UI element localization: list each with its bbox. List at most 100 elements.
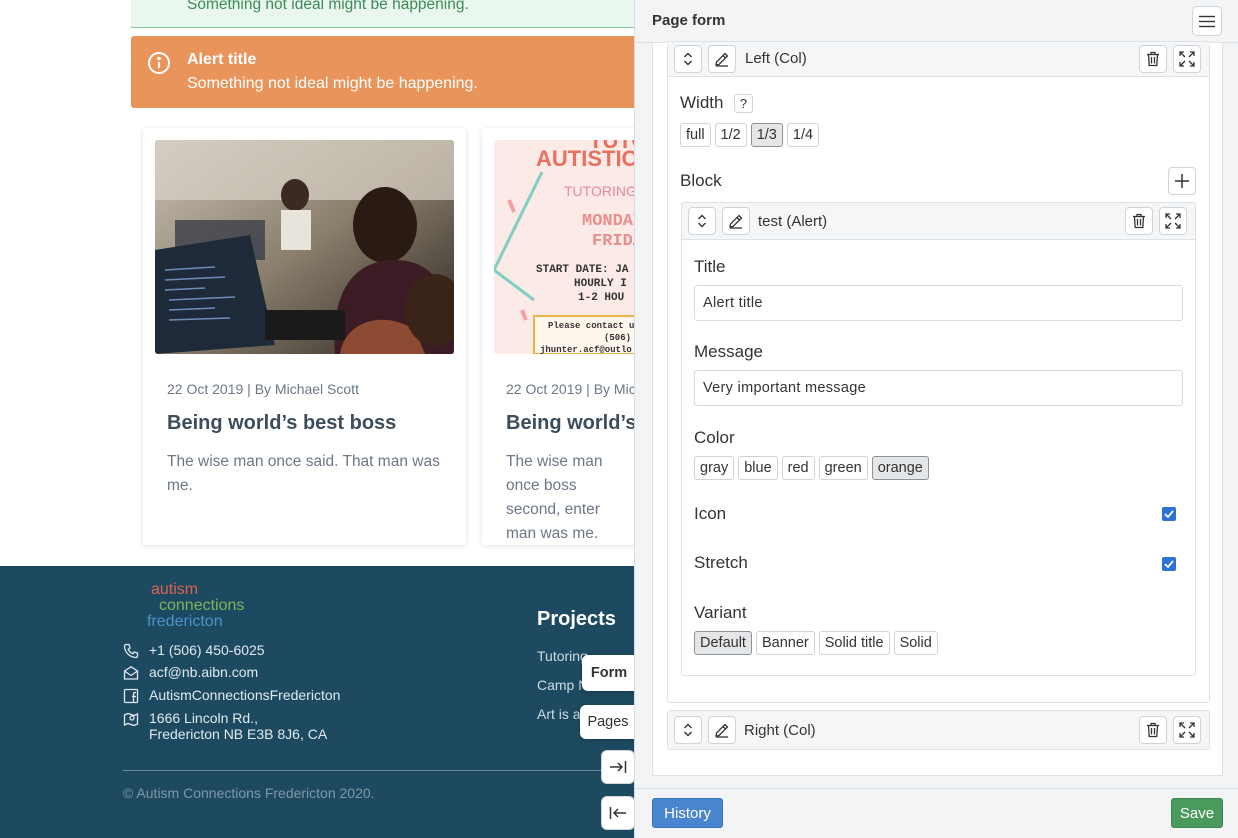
left-col-expand-button[interactable] [1173, 45, 1201, 73]
alert-orange-message: Something not ideal might be happening. [187, 75, 478, 92]
footer-address: 1666 Lincoln Rd., Fredericton NB E3B 8J6… [123, 710, 327, 742]
blog-card-image [155, 140, 454, 354]
left-col-delete-button[interactable] [1139, 45, 1167, 73]
color-option-gray[interactable]: gray [694, 456, 735, 480]
panel-menu-button[interactable] [1192, 6, 1222, 36]
blog-card-title[interactable]: Being world’s best boss [167, 412, 396, 435]
width-option-third[interactable]: 1/3 [750, 123, 783, 147]
poster-line5: FRIDAY: [592, 232, 634, 251]
save-button[interactable]: Save [1171, 798, 1223, 828]
width-label: Width [680, 93, 724, 112]
alert-block-move-button[interactable] [688, 207, 716, 235]
right-col-edit-button[interactable] [708, 716, 736, 744]
alert-icon-checkbox[interactable] [1162, 507, 1176, 521]
expand-icon [1179, 51, 1195, 67]
pages-tab-button[interactable]: Pages [580, 705, 634, 739]
alert-title-input[interactable]: Alert title [694, 285, 1183, 321]
pencil-icon [715, 723, 729, 738]
poster-line6: START DATE: JA [536, 264, 629, 276]
footer-address-line1: 1666 Lincoln Rd., [149, 710, 258, 726]
alert-orange: Alert title Something not ideal might be… [131, 36, 634, 108]
blog-card-meta: 22 Oct 2019 | By Michael Scott [167, 381, 359, 397]
alert-stretch-checkbox[interactable] [1162, 557, 1176, 571]
footer-project-link[interactable]: Camp N [537, 677, 588, 693]
checkmark-icon [1164, 560, 1174, 568]
alert-block-edit-button[interactable] [722, 207, 750, 235]
alert-color-options: gray blue red green orange [694, 456, 929, 480]
width-option-quarter[interactable]: 1/4 [786, 123, 820, 147]
footer-facebook[interactable]: AutismConnectionsFredericton [123, 687, 340, 704]
left-col-header: Left (Col) [668, 41, 1209, 77]
footer-project-link[interactable]: Tutoring [537, 648, 588, 664]
expand-icon [1179, 722, 1195, 738]
alert-green-message: Something not ideal might be happening. [187, 0, 469, 13]
alert-block-label: test (Alert) [758, 213, 828, 230]
add-block-button[interactable] [1168, 167, 1196, 195]
form-tab-button[interactable]: Form [582, 655, 634, 691]
expand-icon [1165, 213, 1181, 229]
right-col-expand-button[interactable] [1173, 716, 1201, 744]
collapse-left-button[interactable] [601, 796, 634, 830]
blog-card[interactable]: TUTOR AUTISTIC TUTORING MONDAY: FRIDAY: … [482, 128, 634, 545]
blog-card-title[interactable]: Being world’s b [506, 412, 634, 435]
poster-line9: Please contact us [548, 321, 634, 331]
right-col-delete-button[interactable] [1139, 716, 1167, 744]
poster-line2: AUTISTIC [536, 146, 634, 171]
right-col-move-button[interactable] [674, 716, 702, 744]
right-col-header: Right (Col) [667, 710, 1210, 750]
alert-block-expand-button[interactable] [1159, 207, 1187, 235]
alert-icon-label: Icon [694, 504, 727, 523]
color-option-blue[interactable]: blue [738, 456, 778, 480]
blog-card-excerpt: The wise man once said. That man was me. [167, 453, 440, 494]
alert-stretch-label: Stretch [694, 553, 748, 572]
site-footer: autism connections fredericton +1 (506) … [0, 566, 634, 838]
site-logo[interactable]: autism connections fredericton [147, 582, 244, 630]
alert-orange-title: Alert title [187, 51, 257, 68]
phone-icon [123, 643, 139, 659]
width-option-full[interactable]: full [680, 123, 711, 147]
width-help-button[interactable]: ? [734, 94, 753, 113]
history-button[interactable]: History [652, 798, 723, 828]
alert-message-input[interactable]: Very important message [694, 370, 1183, 406]
footer-phone[interactable]: +1 (506) 450-6025 [123, 642, 265, 659]
alert-variant-label: Variant [694, 603, 747, 622]
info-icon [148, 52, 170, 74]
chevron-up-down-icon [684, 723, 692, 737]
variant-option-banner[interactable]: Banner [755, 631, 815, 655]
variant-option-default[interactable]: Default [694, 631, 752, 655]
left-col-edit-button[interactable] [708, 45, 736, 73]
variant-option-solid[interactable]: Solid [893, 631, 938, 655]
right-col-label: Right (Col) [744, 722, 816, 739]
pencil-icon [715, 52, 729, 67]
width-option-half[interactable]: 1/2 [714, 123, 747, 147]
left-col-box: Left (Col) Width ? full 1/2 1/3 1/4 Bloc… [667, 41, 1210, 703]
blog-card[interactable]: 22 Oct 2019 | By Michael Scott Being wor… [143, 128, 466, 545]
logo-line2: connections [159, 597, 245, 614]
poster-line11: jhunter.acf@outlo [540, 345, 632, 354]
footer-divider [123, 770, 634, 771]
variant-option-solid-title[interactable]: Solid title [818, 631, 890, 655]
footer-email-text: acf@nb.aibn.com [149, 664, 259, 680]
footer-project-link[interactable]: Art is a [537, 706, 581, 722]
color-option-orange[interactable]: orange [871, 456, 929, 480]
panel-title: Page form [652, 12, 726, 29]
panel-footer: History Save [635, 788, 1238, 838]
color-option-green[interactable]: green [818, 456, 868, 480]
trash-icon [1147, 51, 1159, 67]
panel-header: Page form [635, 0, 1238, 43]
alert-block-delete-button[interactable] [1125, 207, 1153, 235]
blog-card-poster-image: TUTOR AUTISTIC TUTORING MONDAY: FRIDAY: … [494, 140, 634, 354]
alert-block-box: test (Alert) Title Alert title Message V… [681, 202, 1196, 676]
footer-email[interactable]: acf@nb.aibn.com [123, 664, 258, 681]
color-option-red[interactable]: red [781, 456, 815, 480]
collapse-right-button[interactable] [601, 750, 634, 784]
checkmark-icon [1164, 510, 1174, 518]
arrow-to-left-icon [609, 807, 626, 819]
alert-variant-options: Default Banner Solid title Solid [694, 631, 938, 655]
editor-panel: Page form Left (Col) Width ? full 1/2 1/… [634, 0, 1238, 838]
site-preview: Something not ideal might be happening. … [0, 0, 634, 838]
left-col-move-button[interactable] [674, 45, 702, 73]
envelope-icon [123, 666, 139, 680]
panel-body: Left (Col) Width ? full 1/2 1/3 1/4 Bloc… [652, 41, 1223, 776]
alert-green: Something not ideal might be happening. [131, 0, 634, 28]
